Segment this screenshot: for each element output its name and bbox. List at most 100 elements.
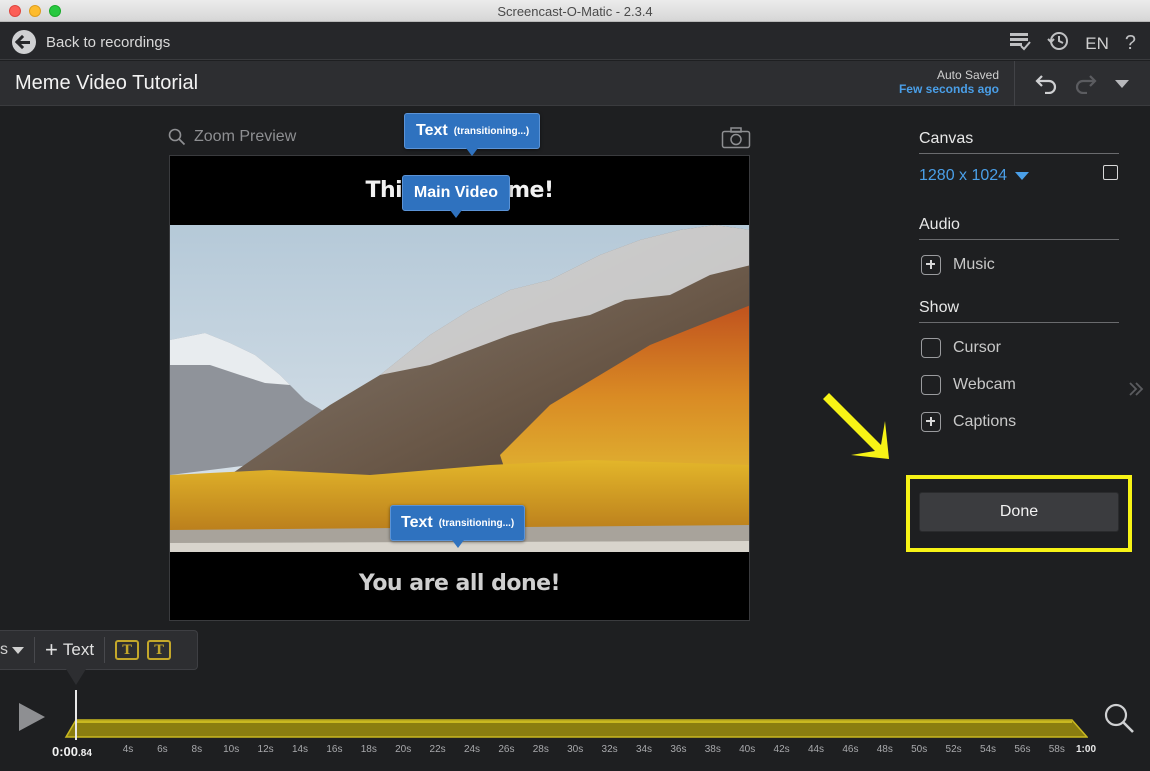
toolbar-divider (34, 637, 35, 663)
captions-label: Captions (953, 412, 1017, 430)
add-captions-button[interactable]: Captions (919, 403, 1119, 440)
window-titlebar: Screencast-O-Matic - 2.3.4 (0, 0, 1150, 22)
show-section-title: Show (919, 299, 1119, 323)
text-tag-bottom[interactable]: Text (transitioning...) (390, 505, 525, 548)
tick-label: 56s (1014, 744, 1031, 755)
plus-icon (921, 411, 941, 432)
canvas-section-title: Canvas (919, 130, 1119, 154)
autosave-label: Auto Saved (936, 68, 999, 82)
tick-label: 30s (567, 744, 584, 755)
tick-label: 58s (1048, 744, 1065, 755)
current-time-fraction: .84 (78, 748, 92, 759)
canvas-size-value: 1280 x 1024 (919, 167, 1008, 184)
canvas-checkbox[interactable] (1103, 165, 1118, 180)
tick-label: 20s (395, 744, 412, 755)
tools-dropdown[interactable]: s (0, 641, 24, 659)
tick-label: 22s (429, 744, 446, 755)
tick-label: 46s (842, 744, 859, 755)
tools-dropdown-label: s (0, 641, 8, 658)
tick-label: 50s (911, 744, 928, 755)
tick-label: 54s (979, 744, 997, 755)
history-icon[interactable] (1047, 30, 1069, 57)
plus-icon: + (45, 637, 58, 662)
current-time-value: 0:00 (52, 744, 79, 759)
settings-panel: Canvas 1280 x 1024 Audio Music Show Curs… (919, 130, 1119, 440)
timeline-zoom-search-icon[interactable] (1103, 702, 1135, 739)
text-tag-top[interactable]: Text (transitioning...) (404, 113, 540, 156)
text-style-button-1[interactable]: T (115, 640, 140, 660)
redo-icon[interactable] (1073, 72, 1097, 100)
project-title[interactable]: Meme Video Tutorial (15, 72, 198, 95)
tick-label: 44s (807, 744, 825, 755)
main-video-tag[interactable]: Main Video (402, 175, 510, 218)
webcam-checkbox[interactable]: Webcam (919, 366, 1119, 403)
window-title: Screencast-O-Matic - 2.3.4 (497, 4, 653, 19)
snapshot-camera-icon[interactable] (721, 127, 751, 154)
zoom-preview-button[interactable]: Zoom Preview (168, 128, 296, 146)
tick-label: 10s (223, 744, 240, 755)
autosave-status: Auto Saved Few seconds ago (899, 68, 999, 96)
undo-icon[interactable] (1035, 72, 1059, 100)
checklist-icon[interactable] (1009, 31, 1032, 56)
cursor-checkbox-box (921, 337, 941, 358)
nav-icons: EN ? (1009, 30, 1136, 57)
playhead[interactable] (75, 690, 77, 740)
add-text-label: Text (62, 640, 95, 659)
music-label: Music (953, 255, 995, 273)
done-button[interactable]: Done (919, 492, 1119, 532)
tick-label: 32s (601, 744, 618, 755)
help-icon[interactable]: ? (1125, 32, 1136, 55)
main-video-image[interactable] (170, 225, 750, 552)
cursor-label: Cursor (953, 338, 1002, 356)
plus-icon (921, 254, 941, 275)
back-arrow-icon (12, 30, 36, 54)
project-header: Meme Video Tutorial Auto Saved Few secon… (0, 61, 1150, 106)
audio-section-title: Audio (919, 216, 1119, 240)
main-video-tag-label: Main Video (413, 184, 499, 201)
canvas-size-dropdown[interactable]: 1280 x 1024 (919, 167, 1030, 185)
collapse-panel-chevron-icon[interactable] (1128, 379, 1144, 405)
text-tag-top-status: (transitioning...) (453, 125, 530, 137)
text-style-button-2[interactable]: T (147, 640, 172, 660)
video-canvas[interactable]: This is a meme! You are all done! (169, 155, 750, 621)
add-text-button[interactable]: + Text (45, 639, 94, 661)
header-divider (1014, 61, 1015, 106)
top-nav: Back to recordings EN ? (0, 22, 1150, 60)
meme-bottom-text[interactable]: You are all done! (170, 571, 749, 596)
add-music-button[interactable]: Music (919, 246, 1119, 283)
text-tag-bottom-label: Text (401, 514, 433, 531)
tick-label: 40s (739, 744, 756, 755)
back-to-recordings-button[interactable]: Back to recordings (12, 30, 170, 54)
tick-label: 52s (945, 744, 962, 755)
tick-label: 26s (498, 744, 515, 755)
tick-label: 4s (122, 744, 134, 755)
yellow-pointer-arrow-icon (823, 393, 889, 459)
webcam-checkbox-box (921, 374, 941, 395)
current-time: 0:00.84 (52, 744, 92, 759)
tick-label: 14s (291, 744, 309, 755)
tick-label: 8s (191, 744, 203, 755)
timeline-toolbar: s + Text T T (0, 630, 198, 685)
zoom-preview-label: Zoom Preview (194, 128, 297, 145)
tick-label: 48s (876, 744, 893, 755)
chevron-down-icon (1015, 172, 1030, 180)
timeline-ruler: 4s 6s 8s 10s 12s 14s 16s 18s 20s 22s 24s 26s 28s 30s 3… (0, 739, 1150, 769)
more-options-chevron-down-icon[interactable] (1115, 80, 1129, 88)
tick-label: 28s (532, 744, 549, 755)
tick-label: 6s (157, 744, 168, 755)
tick-label: 34s (635, 744, 653, 755)
end-time: 1:00 (1076, 744, 1097, 755)
toolbar-divider (104, 637, 106, 663)
webcam-label: Webcam (953, 375, 1016, 393)
back-label: Back to recordings (46, 33, 171, 51)
timeline-track[interactable] (60, 718, 1088, 738)
tick-label: 16s (326, 744, 343, 755)
cursor-checkbox[interactable]: Cursor (919, 329, 1119, 366)
tick-label: 12s (257, 744, 274, 755)
text-tag-top-label: Text (416, 122, 448, 139)
autosave-time: Few seconds ago (898, 82, 999, 96)
play-button[interactable] (19, 703, 45, 731)
tick-label: 42s (773, 744, 790, 755)
language-selector[interactable]: EN (1085, 34, 1109, 54)
canvas-size-row: 1280 x 1024 (919, 154, 1119, 194)
